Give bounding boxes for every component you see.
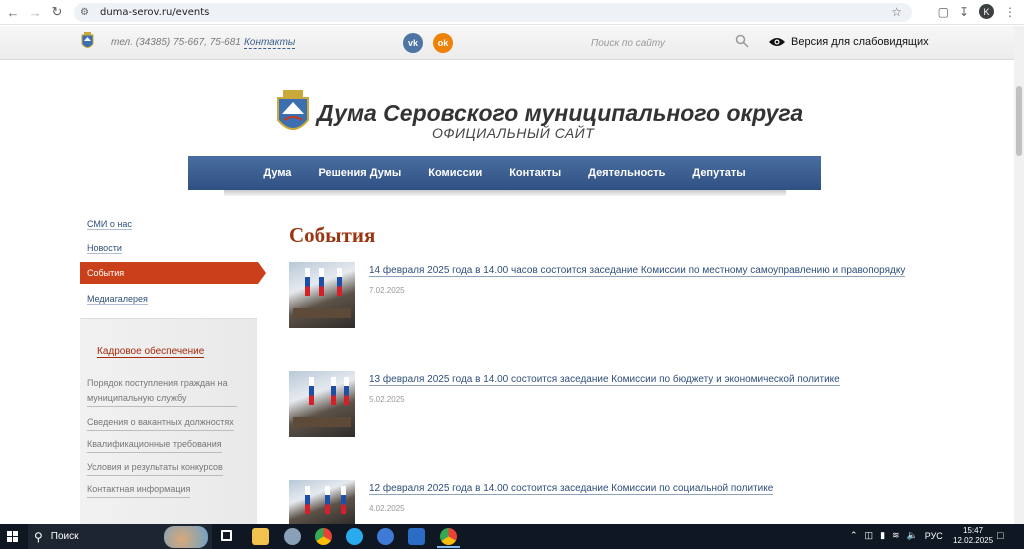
event-thumbnail[interactable] <box>289 480 355 524</box>
search-icon[interactable] <box>735 34 749 48</box>
menu-item-decisions[interactable]: Решения Думы <box>318 167 401 179</box>
eye-icon <box>769 38 785 46</box>
browser-menu-icon[interactable]: ⋮ <box>1004 5 1016 19</box>
event-title-link[interactable]: 14 февраля 2025 года в 14.00 часов состо… <box>369 265 906 277</box>
site-top-strip: тел. (34385) 75-667, 75-681 Контакты vk … <box>0 26 1014 60</box>
notification-icon[interactable]: □ <box>997 530 1004 542</box>
event-date: 7.02.2025 <box>369 286 405 295</box>
event-thumbnail[interactable] <box>289 262 355 328</box>
site-info-icon[interactable]: ⚙ <box>80 7 94 18</box>
wifi-icon[interactable]: ≋ <box>892 530 900 541</box>
clock[interactable]: 15:47 12.02.2025 <box>953 526 993 546</box>
hr-link-contact-info[interactable]: Контактная информация <box>87 482 191 498</box>
sidebar-item-events[interactable]: События <box>80 262 266 284</box>
windows-start-icon[interactable] <box>7 531 18 542</box>
url-text: duma-serov.ru/events <box>100 7 210 18</box>
task-view-icon[interactable] <box>221 530 232 541</box>
sidebar-item-label: События <box>87 268 125 278</box>
network-icon[interactable]: ◫ <box>865 530 874 541</box>
menu-item-commissions[interactable]: Комиссии <box>428 167 482 179</box>
browser-toolbar: ← → ↻ ⚙ duma-serov.ru/events ☆ ▢ ↧ K ⋮ <box>0 0 1024 25</box>
profile-avatar[interactable]: K <box>979 4 994 19</box>
sidebar-item-news[interactable]: Новости <box>87 243 122 254</box>
bookmark-star-icon[interactable]: ☆ <box>891 5 902 19</box>
site-subtitle: ОФИЦИАЛЬНЫЙ САЙТ <box>432 125 595 141</box>
site-title: Дума Серовского муниципального округа <box>317 100 804 126</box>
chevron-up-icon[interactable]: ⌃ <box>850 530 858 541</box>
hr-link-requirements[interactable]: Квалификационные требования <box>87 437 222 453</box>
app-icon[interactable] <box>377 528 394 545</box>
contacts-link[interactable]: Контакты <box>244 37 296 49</box>
search-icon: ⚲ <box>34 529 43 544</box>
chrome-icon[interactable] <box>315 528 332 545</box>
event-date: 5.02.2025 <box>369 395 405 404</box>
app-icon[interactable] <box>284 528 301 545</box>
forward-icon[interactable]: → <box>26 3 44 21</box>
hr-link-vacancies[interactable]: Сведения о вакантных должностях <box>87 415 234 431</box>
page-title: События <box>289 223 376 247</box>
windows-taskbar: ⚲ Поиск ⌃ ◫ ▮ ≋ 🔈 РУС 15:47 12.02.2025 □ <box>0 524 1024 549</box>
download-icon[interactable]: ↧ <box>959 5 969 19</box>
low-vision-label: Версия для слабовидящих <box>791 36 929 48</box>
sidebar-item-gallery[interactable]: Медиагалерея <box>87 294 148 305</box>
event-title-link[interactable]: 13 февраля 2025 года в 14.00 состоится з… <box>369 374 840 386</box>
menu-item-contacts[interactable]: Контакты <box>509 167 561 179</box>
low-vision-version-link[interactable]: Версия для слабовидящих <box>769 36 929 48</box>
hr-panel-title[interactable]: Кадровое обеспечение <box>97 346 205 358</box>
telegram-icon[interactable] <box>346 528 363 545</box>
address-bar[interactable]: ⚙ duma-serov.ru/events ☆ <box>74 3 912 22</box>
scrollbar-thumb[interactable] <box>1016 86 1022 156</box>
vk-icon[interactable]: vk <box>403 33 423 53</box>
volume-icon[interactable]: 🔈 <box>907 530 918 541</box>
file-explorer-icon[interactable] <box>252 528 269 545</box>
site-search-input[interactable]: Поиск по сайту <box>591 38 665 49</box>
menu-shadow <box>224 190 786 196</box>
app-icon[interactable] <box>408 528 425 545</box>
sidebar-item-media[interactable]: СМИ о нас <box>87 219 132 230</box>
main-menu: Дума Решения Думы Комиссии Контакты Деят… <box>188 156 821 190</box>
clock-time: 15:47 <box>963 526 984 535</box>
crest-small-icon[interactable] <box>81 32 94 51</box>
phone-number: тел. (34385) 75-667, 75-681 <box>111 37 241 48</box>
taskbar-search-label: Поиск <box>50 531 79 542</box>
search-highlight-image <box>164 526 208 548</box>
hr-link-admission[interactable]: Порядок поступления граждан на муниципал… <box>87 376 237 407</box>
reload-icon[interactable]: ↻ <box>48 3 66 21</box>
extensions-icon[interactable]: ▢ <box>938 5 949 19</box>
page-scrollbar[interactable] <box>1014 26 1024 524</box>
event-thumbnail[interactable] <box>289 371 355 437</box>
back-icon[interactable]: ← <box>4 3 22 21</box>
system-tray: ⌃ ◫ ▮ ≋ 🔈 РУС <box>850 530 943 541</box>
event-date: 4.02.2025 <box>369 504 405 513</box>
menu-item-duma[interactable]: Дума <box>263 167 291 179</box>
chrome-active-icon[interactable] <box>440 528 457 545</box>
clock-date: 12.02.2025 <box>953 536 994 545</box>
menu-item-deputies[interactable]: Депутаты <box>692 167 745 179</box>
event-title-link[interactable]: 12 февраля 2025 года в 14.00 состоится з… <box>369 483 774 495</box>
hr-link-contests[interactable]: Условия и результаты конкурсов <box>87 460 223 476</box>
menu-item-activity[interactable]: Деятельность <box>588 167 665 179</box>
battery-icon[interactable]: ▮ <box>880 530 885 541</box>
active-app-indicator <box>437 546 460 548</box>
language-indicator[interactable]: РУС <box>925 531 943 541</box>
crest-logo-icon[interactable] <box>277 90 309 138</box>
odnoklassniki-icon[interactable]: ok <box>433 33 453 53</box>
